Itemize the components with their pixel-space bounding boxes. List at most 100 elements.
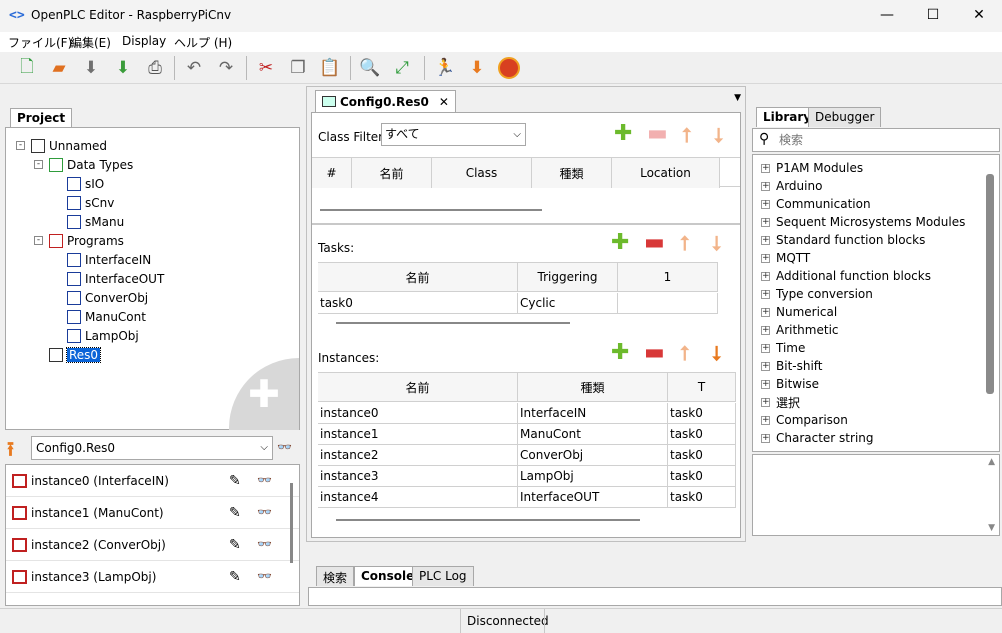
library-search[interactable]: ⚲ bbox=[752, 128, 1000, 152]
tree-item[interactable]: Res0 bbox=[16, 345, 299, 364]
expand-icon[interactable]: + bbox=[761, 415, 770, 425]
remove-task-icon[interactable]: ▬ bbox=[644, 230, 665, 255]
expand-icon[interactable]: + bbox=[761, 361, 770, 371]
cut-icon[interactable]: ✂ bbox=[251, 54, 281, 82]
library-item[interactable]: + P1AM Modules bbox=[761, 159, 999, 177]
table-cell[interactable]: LampObj bbox=[518, 466, 668, 487]
expand-icon[interactable]: + bbox=[761, 379, 770, 389]
edit-icon[interactable]: ✎ bbox=[229, 505, 241, 521]
expand-icon[interactable]: + bbox=[761, 343, 770, 353]
add-task-icon[interactable]: ✚ bbox=[611, 230, 629, 255]
debug-glasses-icon[interactable]: 👓 bbox=[257, 537, 272, 551]
library-item[interactable]: + Time bbox=[761, 339, 999, 357]
column-header[interactable]: # bbox=[312, 158, 352, 188]
library-item[interactable]: + MQTT bbox=[761, 249, 999, 267]
expand-icon[interactable]: + bbox=[761, 397, 770, 407]
expand-icon[interactable]: + bbox=[761, 433, 770, 443]
library-search-input[interactable] bbox=[779, 131, 989, 149]
table-cell[interactable]: task0 bbox=[668, 466, 736, 487]
menu-edit[interactable]: 編集(E) bbox=[70, 34, 111, 51]
tree-item[interactable]: ManuCont bbox=[16, 307, 299, 326]
collapse-icon[interactable]: - bbox=[34, 236, 43, 245]
move-up-icon[interactable]: ⭡ bbox=[682, 123, 691, 147]
tree-item[interactable]: InterfaceIN bbox=[16, 250, 299, 269]
column-header[interactable]: 種類 bbox=[518, 372, 668, 402]
tab-list-dropdown-icon[interactable]: ▼ bbox=[734, 93, 741, 103]
open-folder-icon[interactable]: ▰ bbox=[44, 54, 74, 82]
expand-icon[interactable]: + bbox=[761, 235, 770, 245]
find-icon[interactable]: 🔍 bbox=[355, 54, 385, 82]
column-header[interactable]: 種類 bbox=[532, 158, 612, 188]
library-item[interactable]: + Character string bbox=[761, 429, 999, 447]
library-scrollbar[interactable] bbox=[986, 174, 994, 394]
library-item[interactable]: + 選択 bbox=[761, 393, 999, 411]
remove-variable-icon[interactable]: ▬ bbox=[647, 121, 668, 146]
tree-item[interactable]: sManu bbox=[16, 212, 299, 231]
save-icon[interactable]: ⬇ bbox=[76, 54, 106, 82]
table-cell[interactable] bbox=[618, 293, 718, 314]
list-scrollbar[interactable] bbox=[290, 483, 293, 563]
table-cell[interactable]: instance3 bbox=[318, 466, 518, 487]
move-instance-down-icon[interactable]: ⭣ bbox=[712, 341, 721, 365]
h-scrollbar[interactable] bbox=[336, 322, 570, 324]
library-item[interactable]: + Type conversion bbox=[761, 285, 999, 303]
debug-glasses-icon[interactable]: 👓 bbox=[257, 505, 272, 519]
close-window-button[interactable]: ✕ bbox=[956, 0, 1002, 32]
collapse-icon[interactable]: - bbox=[34, 160, 43, 169]
library-item[interactable]: + Communication bbox=[761, 195, 999, 213]
expand-icon[interactable]: + bbox=[761, 271, 770, 281]
fullscreen-icon[interactable]: ⤢ bbox=[387, 54, 417, 82]
table-cell[interactable]: InterfaceIN bbox=[518, 403, 668, 424]
expand-icon[interactable]: + bbox=[761, 181, 770, 191]
menu-display[interactable]: Display bbox=[122, 34, 166, 48]
table-cell[interactable]: task0 bbox=[668, 445, 736, 466]
paste-icon[interactable]: 📋 bbox=[315, 54, 345, 82]
run-icon[interactable]: 🏃 bbox=[430, 54, 460, 82]
move-task-up-icon[interactable]: ⭡ bbox=[680, 231, 689, 255]
table-cell[interactable]: ConverObj bbox=[518, 445, 668, 466]
menu-help[interactable]: ヘルプ (H) bbox=[174, 34, 232, 51]
tab-project[interactable]: Project bbox=[10, 108, 73, 128]
add-variable-icon[interactable]: ✚ bbox=[614, 121, 632, 146]
table-cell[interactable]: task0 bbox=[668, 487, 736, 508]
column-header[interactable]: T bbox=[668, 372, 736, 402]
column-header[interactable]: 名前 bbox=[318, 262, 518, 292]
library-item[interactable]: + Comparison bbox=[761, 411, 999, 429]
library-item[interactable]: + Numerical bbox=[761, 303, 999, 321]
undo-icon[interactable]: ↶ bbox=[179, 54, 209, 82]
column-header[interactable]: Location bbox=[612, 158, 720, 188]
edit-icon[interactable]: ✎ bbox=[229, 537, 241, 553]
expand-icon[interactable]: + bbox=[761, 199, 770, 209]
tree-item[interactable]: - Unnamed bbox=[16, 136, 299, 155]
library-item[interactable]: + Arithmetic bbox=[761, 321, 999, 339]
table-cell[interactable]: ManuCont bbox=[518, 424, 668, 445]
table-cell[interactable]: task0 bbox=[668, 403, 736, 424]
h-scrollbar[interactable] bbox=[336, 519, 640, 521]
instance-list-item[interactable]: instance0 (InterfaceIN) ✎ 👓 bbox=[6, 465, 299, 497]
table-cell[interactable]: InterfaceOUT bbox=[518, 487, 668, 508]
tree-item[interactable]: ConverObj bbox=[16, 288, 299, 307]
splitter[interactable] bbox=[312, 223, 740, 225]
close-tab-icon[interactable]: ✕ bbox=[439, 95, 449, 109]
scroll-up-icon[interactable]: ▲ bbox=[988, 457, 995, 467]
library-item[interactable]: + Bit-shift bbox=[761, 357, 999, 375]
table-cell[interactable]: task0 bbox=[318, 293, 518, 314]
library-item[interactable]: + Sequent Microsystems Modules bbox=[761, 213, 999, 231]
library-item[interactable]: + Bitwise bbox=[761, 375, 999, 393]
minimize-button[interactable]: — bbox=[864, 0, 910, 32]
debug-glasses-icon[interactable]: 👓 bbox=[257, 569, 272, 583]
debug-glasses-icon[interactable]: 👓 bbox=[257, 473, 272, 487]
column-header[interactable]: Class bbox=[432, 158, 532, 188]
remove-instance-icon[interactable]: ▬ bbox=[644, 340, 665, 365]
table-cell[interactable]: instance0 bbox=[318, 403, 518, 424]
tab-plc-log[interactable]: PLC Log bbox=[412, 566, 474, 586]
plc-icon[interactable] bbox=[494, 54, 524, 82]
h-scrollbar[interactable] bbox=[320, 209, 542, 211]
instance-selector[interactable]: Config0.Res0 ⌵ bbox=[31, 436, 273, 460]
expand-icon[interactable]: + bbox=[761, 253, 770, 263]
add-instance-icon[interactable]: ✚ bbox=[611, 340, 629, 365]
library-item[interactable]: + Arduino bbox=[761, 177, 999, 195]
tree-item[interactable]: sCnv bbox=[16, 193, 299, 212]
expand-icon[interactable]: + bbox=[761, 325, 770, 335]
maximize-button[interactable]: ☐ bbox=[910, 0, 956, 32]
